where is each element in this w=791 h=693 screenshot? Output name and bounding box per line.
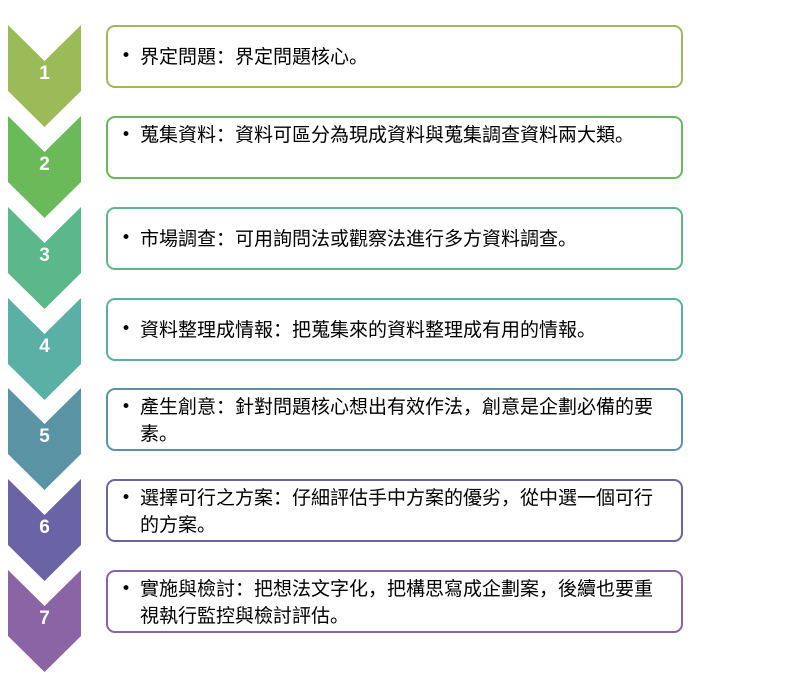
step-text: 選擇可行之方案：仔細評估手中方案的優劣，從中選一個可行的方案。 bbox=[140, 487, 654, 536]
step-text: 市場調查：可用詢問法或觀察法進行多方資料調查。 bbox=[140, 228, 578, 250]
step-number: 2 bbox=[39, 154, 50, 175]
step-box: • 界定問題：界定問題核心。 bbox=[106, 25, 683, 88]
step-number: 6 bbox=[39, 517, 50, 538]
bullet: • bbox=[121, 488, 132, 508]
step-box: • 產生創意：針對問題核心想出有效作法，創意是企劃必備的要素。 bbox=[106, 388, 683, 451]
bullet: • bbox=[121, 46, 132, 66]
step-text: 界定問題：界定問題核心。 bbox=[140, 46, 369, 68]
step-text: 蒐集資料：資料可區分為現成資料與蒐集調查資料兩大類。 bbox=[140, 124, 635, 146]
step-text: 資料整理成情報：把蒐集來的資料整理成有用的情報。 bbox=[140, 319, 597, 341]
step-box: • 市場調查：可用詢問法或觀察法進行多方資料調查。 bbox=[106, 207, 683, 270]
step-number: 7 bbox=[39, 608, 50, 629]
step-box: • 資料整理成情報：把蒐集來的資料整理成有用的情報。 bbox=[106, 298, 683, 361]
step-text: 實施與檢討：把想法文字化，把構思寫成企劃案，後續也要重視執行監控與檢討評估。 bbox=[140, 578, 654, 627]
step-number: 1 bbox=[39, 63, 50, 84]
step-number: 4 bbox=[39, 336, 50, 357]
bullet: • bbox=[121, 579, 132, 599]
step-number: 3 bbox=[39, 245, 50, 266]
bullet: • bbox=[121, 397, 132, 417]
step-number: 5 bbox=[39, 426, 50, 447]
step-text: 產生創意：針對問題核心想出有效作法，創意是企劃必備的要素。 bbox=[140, 396, 654, 445]
bullet: • bbox=[121, 228, 132, 248]
step-box: • 選擇可行之方案：仔細評估手中方案的優劣，從中選一個可行的方案。 bbox=[106, 479, 683, 542]
step-box: • 實施與檢討：把想法文字化，把構思寫成企劃案，後續也要重視執行監控與檢討評估。 bbox=[106, 570, 683, 633]
bullet: • bbox=[121, 125, 132, 145]
bullet: • bbox=[121, 319, 132, 339]
step-box: • 蒐集資料：資料可區分為現成資料與蒐集調查資料兩大類。 bbox=[106, 116, 683, 179]
